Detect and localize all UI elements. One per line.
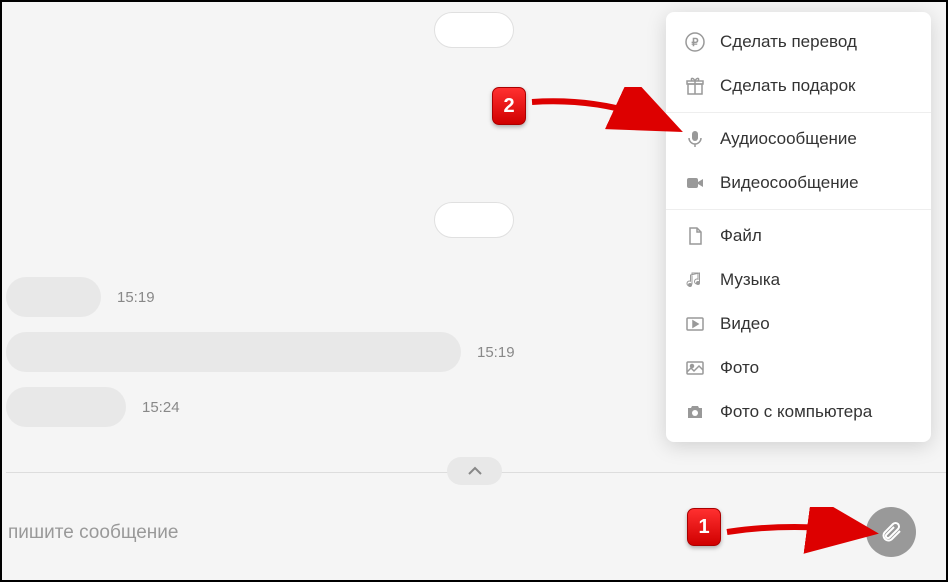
expand-button[interactable] [447, 457, 502, 485]
menu-item-label: Файл [720, 226, 762, 246]
ruble-icon: ₽ [684, 31, 706, 53]
menu-separator [666, 209, 931, 210]
menu-item-videomsg[interactable]: Видеосообщение [666, 161, 931, 205]
compose-input[interactable]: пишите сообщение [8, 522, 178, 544]
annotation-badge-2: 2 [492, 87, 526, 125]
mic-icon [684, 128, 706, 150]
video-icon [684, 313, 706, 335]
attach-button[interactable] [866, 507, 916, 557]
menu-item-video[interactable]: Видео [666, 302, 931, 346]
menu-item-photo-computer[interactable]: Фото с компьютера [666, 390, 931, 434]
chevron-up-icon [467, 466, 483, 476]
menu-item-label: Видео [720, 314, 770, 334]
videocam-icon [684, 172, 706, 194]
message-bubble [434, 202, 514, 238]
menu-item-label: Музыка [720, 270, 780, 290]
annotation-arrow-1 [722, 507, 882, 557]
menu-item-label: Фото с компьютера [720, 402, 872, 422]
attach-menu: ₽ Сделать перевод Сделать подарок Аудиос… [666, 12, 931, 442]
camera-icon [684, 401, 706, 423]
message-bubble [6, 332, 461, 372]
menu-item-file[interactable]: Файл [666, 214, 931, 258]
menu-item-label: Фото [720, 358, 759, 378]
menu-item-label: Сделать перевод [720, 32, 857, 52]
timestamp: 15:24 [142, 399, 180, 416]
paperclip-icon [879, 520, 903, 544]
menu-item-transfer[interactable]: ₽ Сделать перевод [666, 20, 931, 64]
menu-separator [666, 112, 931, 113]
menu-item-label: Видеосообщение [720, 173, 859, 193]
message-bubble [6, 277, 101, 317]
timestamp: 15:19 [117, 289, 155, 306]
timestamp: 15:19 [477, 344, 515, 361]
menu-item-label: Аудиосообщение [720, 129, 857, 149]
message-bubble [6, 387, 126, 427]
menu-item-music[interactable]: Музыка [666, 258, 931, 302]
menu-item-audio[interactable]: Аудиосообщение [666, 117, 931, 161]
menu-item-gift[interactable]: Сделать подарок [666, 64, 931, 108]
file-icon [684, 225, 706, 247]
svg-text:₽: ₽ [692, 37, 699, 49]
menu-item-photo[interactable]: Фото [666, 346, 931, 390]
music-icon [684, 269, 706, 291]
annotation-arrow-2 [527, 87, 687, 147]
message-bubble [434, 12, 514, 48]
gift-icon [684, 75, 706, 97]
menu-item-label: Сделать подарок [720, 76, 855, 96]
photo-icon [684, 357, 706, 379]
annotation-badge-1: 1 [687, 508, 721, 546]
